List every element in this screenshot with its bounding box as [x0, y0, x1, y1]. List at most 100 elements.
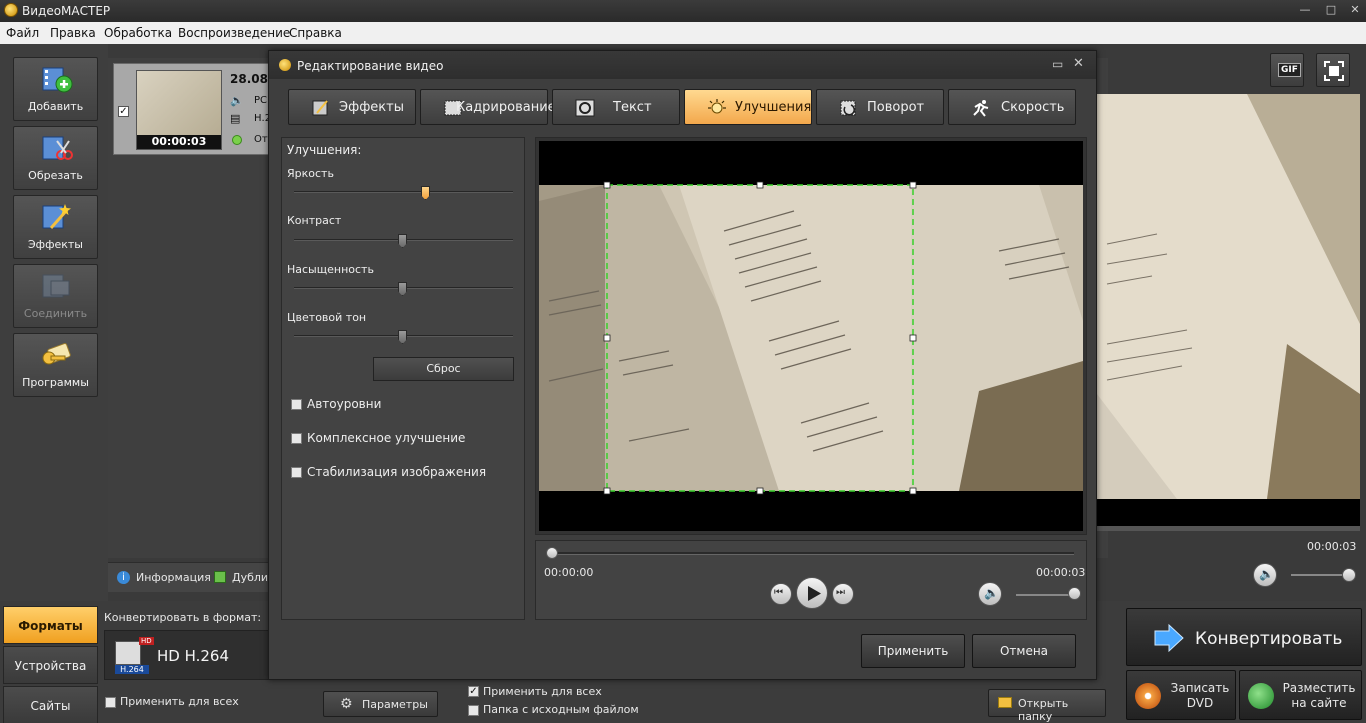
- programs-icon: [42, 343, 71, 365]
- apply-all-checkbox[interactable]: [105, 697, 116, 708]
- tab-formats[interactable]: Форматы: [3, 606, 98, 644]
- source-folder-checkbox[interactable]: [468, 705, 479, 716]
- tab-sites[interactable]: Сайты: [3, 686, 98, 723]
- trim-button[interactable]: Обрезать: [13, 126, 98, 190]
- globe-icon: [1248, 683, 1274, 709]
- tab-info[interactable]: Информация: [136, 571, 211, 584]
- source-folder-label: Папка с исходным файлом: [483, 703, 639, 716]
- forward-icon: ⏭: [836, 587, 845, 598]
- effects-label: Эффекты: [28, 238, 83, 251]
- convert-format-label: Конвертировать в формат:: [104, 611, 262, 624]
- complex-enhance-checkbox[interactable]: [291, 433, 302, 444]
- rewind-icon: ⏮: [774, 587, 783, 598]
- hue-label: Цветовой тон: [287, 311, 367, 324]
- preview-timeline[interactable]: [1097, 526, 1360, 531]
- format-selector[interactable]: HD H.264 HD H.264: [104, 630, 274, 680]
- contrast-label: Контраст: [287, 214, 342, 227]
- folder-icon: [998, 697, 1012, 708]
- dvd-icon: [1135, 683, 1161, 709]
- menu-processing[interactable]: Обработка: [104, 26, 172, 40]
- add-button[interactable]: Добавить: [13, 57, 98, 121]
- scissors-icon: [42, 136, 73, 160]
- tab-text-label: Текст: [613, 100, 652, 115]
- hue-handle[interactable]: [398, 330, 407, 344]
- menu-file[interactable]: Файл: [6, 26, 39, 40]
- menu-playback[interactable]: Воспроизведение: [178, 26, 290, 40]
- dialog-title-bar: Редактирование видео ▭ ✕: [269, 51, 1096, 79]
- autolevels-label: Автоуровни: [307, 397, 382, 411]
- tab-crop[interactable]: Кадрирование: [420, 89, 556, 125]
- open-folder-button[interactable]: Открыть папку: [988, 689, 1106, 723]
- forward-button[interactable]: ⏭: [832, 583, 854, 605]
- tab-speed-label: Скорость: [1001, 100, 1065, 115]
- add-video-icon: [42, 67, 72, 93]
- tab-rotate-label: Поворот: [867, 100, 925, 115]
- params-button[interactable]: ⚙ Параметры: [323, 691, 438, 717]
- tab-devices[interactable]: Устройства: [3, 646, 98, 684]
- volume-slider[interactable]: [1016, 594, 1074, 596]
- programs-button[interactable]: Программы: [13, 333, 98, 397]
- add-label: Добавить: [27, 100, 84, 113]
- timeline-handle[interactable]: [546, 547, 558, 559]
- brightness-handle[interactable]: [421, 186, 430, 200]
- menu-edit[interactable]: Правка: [50, 26, 96, 40]
- file-duration: 00:00:03: [137, 135, 221, 149]
- brightness-slider[interactable]: [294, 191, 513, 193]
- dialog-close-icon[interactable]: ✕: [1073, 56, 1084, 71]
- apply-all-checkbox-2[interactable]: ✓: [468, 686, 479, 697]
- apply-button[interactable]: Применить: [861, 634, 965, 668]
- open-folder-label: Открыть папку: [1018, 697, 1069, 723]
- join-icon: [42, 274, 69, 298]
- saturation-handle[interactable]: [398, 282, 407, 296]
- convert-arrow-icon: [1154, 623, 1184, 653]
- dub-icon: [214, 571, 226, 583]
- apply-all-label-2: Применить для всех: [483, 685, 602, 698]
- maximize-icon[interactable]: □: [1322, 2, 1340, 18]
- tab-speed[interactable]: Скорость: [948, 89, 1076, 125]
- preview-volume-button[interactable]: 🔈: [1253, 563, 1277, 587]
- menu-help[interactable]: Справка: [289, 26, 342, 40]
- programs-label: Программы: [22, 376, 89, 389]
- gif-button[interactable]: GIF: [1270, 53, 1304, 87]
- join-label: Соединить: [23, 307, 88, 320]
- minimize-icon[interactable]: —: [1296, 2, 1314, 18]
- complex-enhance-label: Комплексное улучшение: [307, 431, 466, 445]
- runner-icon: [973, 100, 989, 117]
- file-item[interactable]: ✓ 00:00:03 28.08. 🔈 РС ▤ Н.2 От: [113, 63, 273, 155]
- burn-dvd-button[interactable]: Записать DVD: [1126, 670, 1236, 720]
- preview-volume-handle[interactable]: [1342, 568, 1356, 582]
- speaker-icon: 🔈: [984, 586, 999, 600]
- apply-all-label: Применить для всех: [120, 695, 239, 708]
- effects-button[interactable]: Эффекты: [13, 195, 98, 259]
- tab-text[interactable]: Текст: [552, 89, 680, 125]
- edit-video-dialog: Редактирование видео ▭ ✕ Эффекты Кадриро…: [268, 50, 1097, 680]
- tab-rotate[interactable]: Поворот: [816, 89, 944, 125]
- sidebar: Добавить Обрезать Эффекты Соединить Прог…: [0, 44, 108, 601]
- publish-button[interactable]: Разместить на сайте: [1239, 670, 1362, 720]
- convert-button[interactable]: Конвертировать: [1126, 608, 1362, 666]
- rotate-tab-icon: [840, 100, 856, 116]
- stabilization-checkbox[interactable]: [291, 467, 302, 478]
- dialog-maximize-icon[interactable]: ▭: [1052, 57, 1063, 71]
- info-icon: i: [117, 571, 130, 584]
- file-status: От: [254, 134, 268, 145]
- tab-enhance-label: Улучшения: [735, 100, 812, 115]
- fullscreen-button[interactable]: [1316, 53, 1350, 87]
- video-image: [539, 141, 1083, 531]
- contrast-handle[interactable]: [398, 234, 407, 248]
- playback-controls: 00:00:00 00:00:03 ⏮ ⏭ 🔈: [535, 540, 1087, 620]
- tab-enhance[interactable]: Улучшения: [684, 89, 812, 125]
- main-preview: [1097, 94, 1360, 526]
- join-button[interactable]: Соединить: [13, 264, 98, 328]
- file-checkbox[interactable]: ✓: [118, 106, 129, 117]
- volume-handle[interactable]: [1068, 587, 1081, 600]
- tab-effects[interactable]: Эффекты: [288, 89, 416, 125]
- cancel-button[interactable]: Отмена: [972, 634, 1076, 668]
- rewind-button[interactable]: ⏮: [770, 583, 792, 605]
- play-button[interactable]: [796, 577, 828, 609]
- volume-button[interactable]: 🔈: [978, 582, 1002, 606]
- timeline-slider[interactable]: [550, 552, 1074, 555]
- autolevels-checkbox[interactable]: [291, 399, 302, 410]
- close-icon[interactable]: ✕: [1346, 2, 1364, 18]
- reset-button[interactable]: Сброс: [373, 357, 514, 381]
